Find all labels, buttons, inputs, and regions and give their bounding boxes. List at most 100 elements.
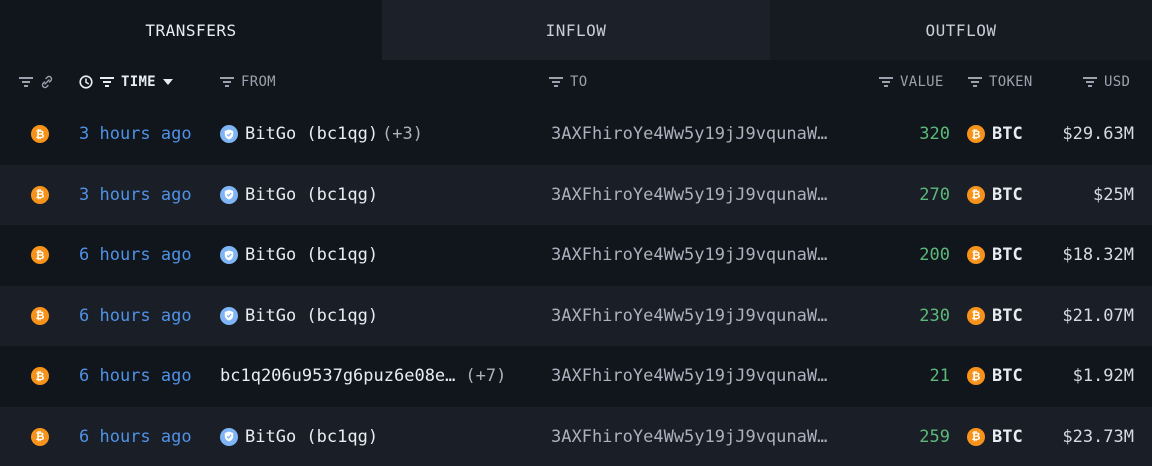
- value-cell: 259: [919, 426, 950, 447]
- verified-shield-icon: [220, 185, 238, 204]
- to-address[interactable]: 3AXFhiroYe4Ww5y19jJ9vqunaW…: [551, 104, 827, 165]
- filter-icon[interactable]: [968, 76, 982, 88]
- bitcoin-icon: ₿: [31, 427, 49, 446]
- token-cell[interactable]: ₿ BTC: [967, 407, 1023, 466]
- token-label: BTC: [992, 184, 1023, 205]
- from-cell[interactable]: BitGo (bc1qg) (+3): [220, 104, 423, 165]
- from-label: BitGo (bc1qg): [245, 184, 379, 205]
- bitcoin-icon: ₿: [967, 427, 985, 446]
- from-label: bc1q206u9537g6puz6e08e…: [220, 366, 456, 387]
- to-address[interactable]: 3AXFhiroYe4Ww5y19jJ9vqunaW…: [551, 225, 827, 286]
- tab-outflow[interactable]: OUTFLOW: [770, 0, 1152, 60]
- value-cell: 21: [929, 366, 950, 387]
- filter-icon[interactable]: [1083, 76, 1097, 88]
- time-link[interactable]: 6 hours ago: [79, 286, 192, 347]
- time-link[interactable]: 3 hours ago: [79, 104, 192, 165]
- header-usd[interactable]: USD: [1083, 60, 1130, 104]
- from-cell[interactable]: BitGo (bc1qg): [220, 407, 382, 466]
- tab-inflow[interactable]: INFLOW: [382, 0, 770, 60]
- filter-icon[interactable]: [19, 76, 33, 88]
- token-cell[interactable]: ₿ BTC: [967, 225, 1023, 286]
- header-usd-label: USD: [1104, 74, 1131, 90]
- token-label: BTC: [992, 124, 1023, 145]
- value-cell: 200: [919, 245, 950, 266]
- chain-cell: ₿: [31, 407, 49, 466]
- usd-cell: $23.73M: [1062, 426, 1134, 447]
- from-extra-count[interactable]: (+7): [465, 366, 506, 386]
- header-icons: [19, 60, 54, 104]
- from-label: BitGo (bc1qg): [245, 245, 379, 266]
- token-label: BTC: [992, 305, 1023, 326]
- link-icon[interactable]: [40, 75, 54, 89]
- header-from[interactable]: FROM: [220, 60, 276, 104]
- value-cell: 320: [919, 124, 950, 145]
- header-token[interactable]: TOKEN: [968, 60, 1033, 104]
- value-cell: 270: [919, 184, 950, 205]
- table-row[interactable]: ₿ 6 hours ago BitGo (bc1qg) 3AXFhiroYe4W…: [0, 285, 1152, 347]
- to-address[interactable]: 3AXFhiroYe4Ww5y19jJ9vqunaW…: [551, 286, 827, 347]
- filter-icon[interactable]: [549, 76, 563, 88]
- from-cell[interactable]: BitGo (bc1qg): [220, 286, 382, 347]
- from-cell[interactable]: BitGo (bc1qg): [220, 165, 382, 226]
- bitcoin-icon: ₿: [31, 306, 49, 325]
- chain-cell: ₿: [31, 225, 49, 286]
- from-extra-count[interactable]: (+3): [382, 124, 423, 144]
- table-row[interactable]: ₿ 6 hours ago BitGo (bc1qg) 3AXFhiroYe4W…: [0, 406, 1152, 466]
- header-to-label: TO: [570, 74, 588, 90]
- to-address[interactable]: 3AXFhiroYe4Ww5y19jJ9vqunaW…: [551, 165, 827, 226]
- time-link[interactable]: 6 hours ago: [79, 225, 192, 286]
- bitcoin-icon: ₿: [967, 246, 985, 265]
- transfers-table-body: ₿ 3 hours ago BitGo (bc1qg) (+3) 3AXFhir…: [0, 104, 1152, 466]
- filter-icon[interactable]: [879, 76, 893, 88]
- bitcoin-icon: ₿: [967, 367, 985, 386]
- bitcoin-icon: ₿: [31, 185, 49, 204]
- usd-cell: $18.32M: [1062, 245, 1134, 266]
- table-row[interactable]: ₿ 6 hours ago BitGo (bc1qg) 3AXFhiroYe4W…: [0, 225, 1152, 286]
- time-link[interactable]: 6 hours ago: [79, 407, 192, 466]
- token-cell[interactable]: ₿ BTC: [967, 165, 1023, 226]
- time-link[interactable]: 3 hours ago: [79, 165, 192, 226]
- caret-down-icon[interactable]: [162, 79, 173, 85]
- filter-icon[interactable]: [100, 76, 114, 88]
- header-time[interactable]: TIME: [79, 60, 173, 104]
- token-cell[interactable]: ₿ BTC: [967, 286, 1023, 347]
- header-value[interactable]: VALUE: [879, 60, 944, 104]
- bitcoin-icon: ₿: [967, 185, 985, 204]
- header-value-label: VALUE: [900, 74, 944, 90]
- table-row[interactable]: ₿ 3 hours ago BitGo (bc1qg) (+3) 3AXFhir…: [0, 104, 1152, 165]
- chain-cell: ₿: [31, 346, 49, 407]
- table-header: TIME FROM TO VALUE TOKEN USD: [0, 60, 1152, 104]
- verified-shield-icon: [220, 125, 238, 144]
- header-token-label: TOKEN: [989, 74, 1033, 90]
- from-label: BitGo (bc1qg): [245, 305, 379, 326]
- bitcoin-icon: ₿: [31, 125, 49, 144]
- from-cell[interactable]: bc1q206u9537g6puz6e08e… (+7): [220, 346, 506, 407]
- from-cell[interactable]: BitGo (bc1qg): [220, 225, 382, 286]
- usd-cell: $25M: [1093, 184, 1134, 205]
- verified-shield-icon: [220, 427, 238, 446]
- value-cell: 230: [919, 305, 950, 326]
- table-row[interactable]: ₿ 6 hours ago bc1q206u9537g6puz6e08e… (+…: [0, 346, 1152, 407]
- token-label: BTC: [992, 245, 1023, 266]
- bitcoin-icon: ₿: [31, 246, 49, 265]
- time-link[interactable]: 6 hours ago: [79, 346, 192, 407]
- header-to[interactable]: TO: [549, 60, 587, 104]
- filter-icon[interactable]: [220, 76, 234, 88]
- to-address[interactable]: 3AXFhiroYe4Ww5y19jJ9vqunaW…: [551, 346, 827, 407]
- tab-transfers[interactable]: TRANSFERS: [0, 0, 382, 60]
- usd-cell: $21.07M: [1062, 305, 1134, 326]
- chain-cell: ₿: [31, 286, 49, 347]
- token-cell[interactable]: ₿ BTC: [967, 346, 1023, 407]
- to-address[interactable]: 3AXFhiroYe4Ww5y19jJ9vqunaW…: [551, 407, 827, 466]
- bitcoin-icon: ₿: [967, 125, 985, 144]
- table-row[interactable]: ₿ 3 hours ago BitGo (bc1qg) 3AXFhiroYe4W…: [0, 164, 1152, 226]
- usd-cell: $29.63M: [1062, 124, 1134, 145]
- token-cell[interactable]: ₿ BTC: [967, 104, 1023, 165]
- token-label: BTC: [992, 426, 1023, 447]
- from-label: BitGo (bc1qg): [245, 426, 379, 447]
- header-from-label: FROM: [241, 74, 276, 90]
- bitcoin-icon: ₿: [31, 367, 49, 386]
- header-time-label: TIME: [121, 74, 156, 90]
- tab-bar: TRANSFERS INFLOW OUTFLOW: [0, 0, 1152, 60]
- clock-icon: [79, 75, 93, 89]
